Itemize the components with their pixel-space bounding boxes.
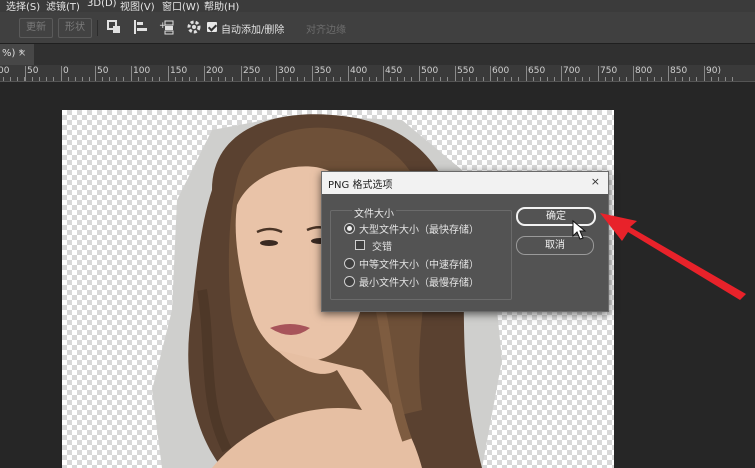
annotation-overlay xyxy=(572,213,746,300)
mouse-cursor-icon xyxy=(572,219,587,240)
annotation-arrow xyxy=(600,213,746,300)
